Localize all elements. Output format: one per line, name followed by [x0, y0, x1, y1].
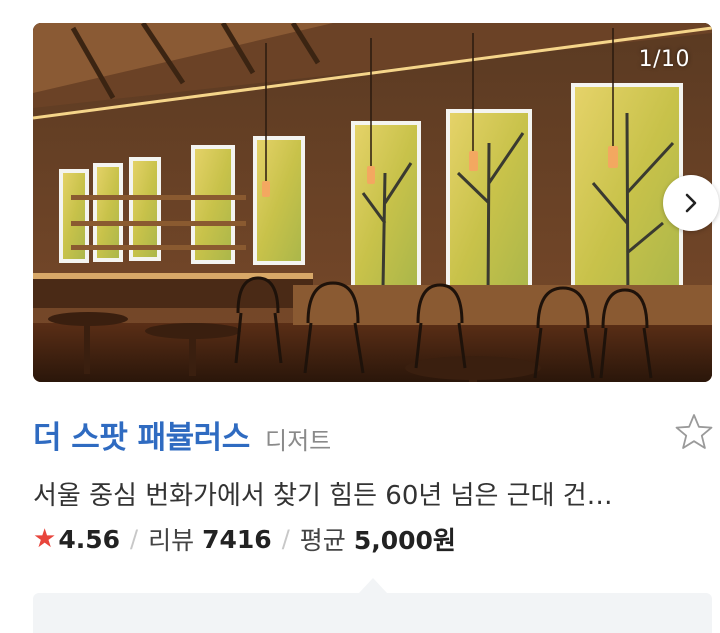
rating-value: 4.56 [58, 524, 120, 554]
place-description: 서울 중심 번화가에서 찾기 힘든 60년 넘은 근대 건… [33, 481, 613, 511]
stats-separator: / [281, 525, 290, 553]
star-filled-icon: ★ [33, 524, 57, 554]
place-category: 디저트 [265, 427, 332, 455]
cafe-interior-image [33, 23, 712, 382]
next-photo-button[interactable] [663, 175, 719, 231]
review-count: 7416 [202, 524, 272, 554]
price-value: 5,000원 [353, 526, 456, 555]
place-photo[interactable]: 1/10 [33, 23, 712, 382]
star-outline-icon [675, 414, 713, 449]
stats-separator: / [130, 525, 139, 553]
panel-pointer [359, 578, 387, 593]
review-label: 리뷰 [148, 526, 195, 555]
price-label: 평균 [299, 526, 346, 555]
place-title-row: 더 스팟 패뷸러스 디저트 [33, 412, 714, 456]
place-name-link[interactable]: 더 스팟 패뷸러스 [33, 412, 250, 457]
favorite-button[interactable] [674, 412, 714, 452]
detail-panel [33, 593, 712, 633]
photo-counter: 1/10 [638, 47, 690, 72]
chevron-right-icon [685, 193, 697, 213]
place-stats: ★ 4.56 / 리뷰 7416 / 평균 5,000원 [33, 521, 456, 557]
